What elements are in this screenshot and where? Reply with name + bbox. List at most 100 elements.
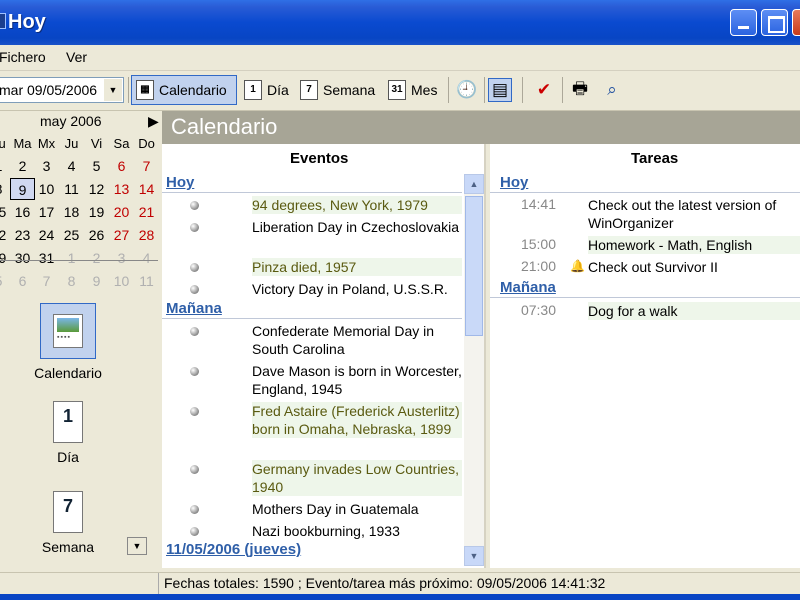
dia-view-button[interactable]: 1 Día: [240, 75, 293, 105]
task-item[interactable]: Check out the latest version of WinOrgan…: [588, 196, 800, 232]
section-manana[interactable]: Mañana: [500, 279, 556, 296]
nav-dia-button[interactable]: 1 Día: [18, 401, 118, 465]
calendar-day[interactable]: 27: [109, 224, 134, 246]
calendar-day[interactable]: 4: [134, 247, 159, 269]
title-bar[interactable]: Hoy: [0, 0, 800, 45]
calendar-day[interactable]: 30: [10, 247, 35, 269]
status-divider: [158, 573, 159, 595]
task-item[interactable]: Homework - Math, English: [588, 236, 800, 254]
calendar-day[interactable]: 21: [134, 201, 159, 223]
calendar-day[interactable]: 25: [59, 224, 84, 246]
bell-icon: 🔔: [570, 259, 585, 273]
checkmark-icon[interactable]: ✔: [532, 78, 556, 102]
calendar-day[interactable]: 3: [34, 155, 59, 177]
calendar-day[interactable]: 14: [134, 178, 159, 200]
calendar-divider: [0, 260, 158, 261]
next-month-icon[interactable]: ▶: [148, 113, 159, 130]
calendar-day[interactable]: 20: [109, 201, 134, 223]
calendar-day[interactable]: 17: [34, 201, 59, 223]
semana-view-button[interactable]: 7 Semana: [296, 75, 379, 105]
calendar-day[interactable]: 19: [84, 201, 109, 223]
layout-toggle-icon[interactable]: ▤: [488, 78, 512, 102]
section-hoy[interactable]: Hoy: [500, 174, 528, 191]
event-item[interactable]: Dave Mason is born in Worcester, England…: [252, 362, 462, 398]
calendar-day[interactable]: 2: [84, 247, 109, 269]
dia-label: Día: [267, 82, 289, 98]
task-time: 07:30: [520, 302, 556, 318]
calendar-day[interactable]: 23: [10, 224, 35, 246]
calendar-day[interactable]: 7: [134, 155, 159, 177]
mes-view-button[interactable]: 31 Mes: [384, 75, 441, 105]
bullet-icon: [190, 327, 199, 336]
calendar-day[interactable]: 4: [59, 155, 84, 177]
calendar-day[interactable]: 31: [34, 247, 59, 269]
event-item[interactable]: Mothers Day in Guatemala: [252, 500, 462, 518]
calendar-day[interactable]: 11: [59, 178, 84, 200]
maximize-button[interactable]: [761, 9, 788, 36]
nav-calendario-label: Calendario: [34, 365, 102, 381]
event-item[interactable]: Victory Day in Poland, U.S.S.R.: [252, 280, 462, 298]
calendar-day[interactable]: 10: [109, 270, 134, 292]
calendar-day[interactable]: 12: [84, 178, 109, 200]
chevron-down-icon[interactable]: ▼: [104, 79, 122, 101]
calendar-day[interactable]: 9: [84, 270, 109, 292]
calendar-day[interactable]: 18: [59, 201, 84, 223]
calendar-day[interactable]: 6: [109, 155, 134, 177]
minimize-button[interactable]: [730, 9, 757, 36]
scroll-up-icon[interactable]: ▲: [464, 174, 484, 194]
date-selector[interactable]: mar 09/05/2006 ▼: [0, 77, 124, 103]
toolbar-separator: [448, 77, 449, 103]
calendar-day[interactable]: 10: [34, 178, 59, 200]
menu-fichero[interactable]: Fichero: [0, 49, 46, 65]
calendar-day[interactable]: 3: [109, 247, 134, 269]
mes-label: Mes: [411, 82, 438, 98]
event-item[interactable]: Fred Astaire (Frederick Austerlitz) born…: [252, 402, 462, 438]
scroll-down-icon[interactable]: ▼: [464, 546, 484, 566]
calendar-day[interactable]: 9: [10, 178, 35, 200]
calendar-day[interactable]: 16: [10, 201, 35, 223]
events-scrollbar[interactable]: ▲ ▼: [464, 174, 484, 566]
week-page-icon: 7: [53, 491, 83, 533]
bullet-icon: [190, 505, 199, 514]
day-icon: 1: [244, 80, 262, 100]
event-item[interactable]: Germany invades Low Countries, 1940: [252, 460, 462, 496]
clock-icon[interactable]: 🕘: [455, 78, 479, 102]
calendar-day[interactable]: 8: [59, 270, 84, 292]
calendar-day[interactable]: 28: [134, 224, 159, 246]
calendar-day[interactable]: 1: [59, 247, 84, 269]
nav-calendario-button[interactable]: Calendario: [18, 303, 118, 381]
event-item[interactable]: Confederate Memorial Day in South Caroli…: [252, 322, 462, 358]
printer-icon[interactable]: 🖶: [568, 78, 592, 102]
menu-ver[interactable]: Ver: [66, 49, 87, 65]
toolbar: mar 09/05/2006 ▼ ▦ Calendario 1 Día 7 Se…: [0, 71, 800, 111]
calendar-day[interactable]: 13: [109, 178, 134, 200]
section-hoy[interactable]: Hoy: [166, 174, 194, 191]
calendar-day[interactable]: 2: [10, 155, 35, 177]
calendar-day[interactable]: 5: [84, 155, 109, 177]
task-item[interactable]: Check out Survivor II: [588, 258, 800, 276]
print-preview-icon[interactable]: ⌕: [600, 78, 624, 102]
calendar-day[interactable]: 6: [10, 270, 35, 292]
calendar-day[interactable]: 7: [34, 270, 59, 292]
bullet-icon: [190, 285, 199, 294]
calendar-icon: ▦: [136, 80, 154, 100]
scrollbar-thumb[interactable]: [465, 196, 483, 336]
event-item[interactable]: Liberation Day in Czechoslovakia: [252, 218, 462, 236]
close-button[interactable]: [792, 9, 800, 36]
events-title: Eventos: [290, 150, 349, 167]
section-divider: [162, 192, 462, 193]
calendar-day[interactable]: 24: [34, 224, 59, 246]
calendario-view-button[interactable]: ▦ Calendario: [131, 75, 237, 105]
section-next-date[interactable]: 11/05/2006 (jueves): [166, 541, 301, 558]
section-manana[interactable]: Mañana: [166, 300, 222, 317]
chevron-down-icon[interactable]: ▼: [127, 537, 147, 555]
task-time: 14:41: [520, 196, 556, 212]
event-item[interactable]: Pinza died, 1957: [252, 258, 462, 276]
event-item[interactable]: Nazi bookburning, 1933: [252, 522, 462, 540]
nav-semana-button[interactable]: 7 Semana: [18, 491, 118, 555]
calendar-day[interactable]: 26: [84, 224, 109, 246]
calendar-day[interactable]: 11: [134, 270, 159, 292]
task-item[interactable]: Dog for a walk: [588, 302, 800, 320]
app-icon: [0, 13, 6, 29]
event-item[interactable]: 94 degrees, New York, 1979: [252, 196, 462, 214]
